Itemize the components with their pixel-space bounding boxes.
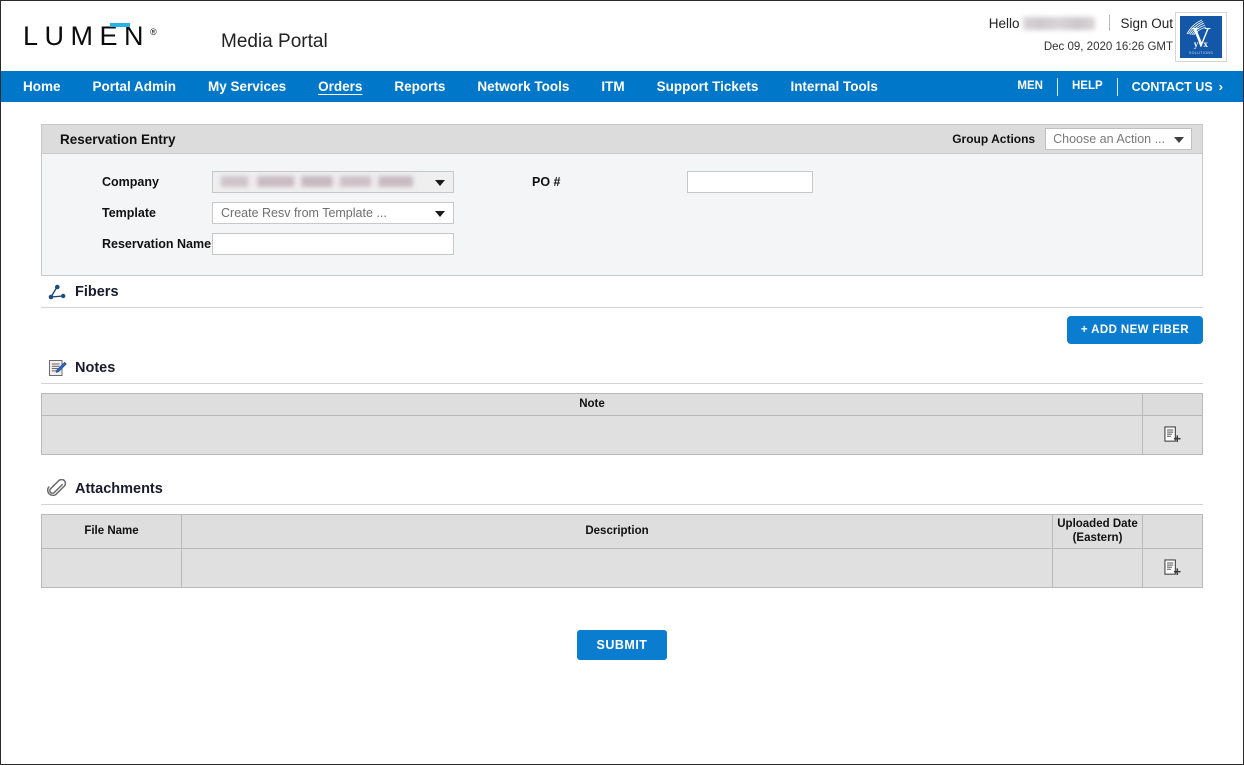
group-actions: Group Actions Choose an Action ... <box>952 128 1192 150</box>
add-document-icon[interactable] <box>1164 559 1181 577</box>
nav-separator <box>1056 77 1058 96</box>
group-actions-value: Choose an Action ... <box>1053 132 1165 146</box>
nav-item-support-tickets[interactable]: Support Tickets <box>641 71 775 102</box>
contact-us-label: CONTACT US <box>1131 79 1213 94</box>
table-row <box>41 547 1203 588</box>
reservation-name-row: Reservation Name <box>62 228 512 259</box>
nav-item-home[interactable]: Home <box>1 71 77 102</box>
nav-separator <box>1116 77 1118 96</box>
vyvx-wordmark: yvx <box>1193 39 1209 49</box>
notes-title: Notes <box>75 359 116 376</box>
reservation-form: Company Template Create Resv from Templa… <box>42 154 1202 276</box>
panel-header: Reservation Entry Group Actions Choose a… <box>42 125 1202 154</box>
notes-cell-actions <box>1142 415 1203 455</box>
template-value: Create Resv from Template ... <box>221 205 387 220</box>
company-select[interactable] <box>212 170 454 193</box>
add-document-icon[interactable] <box>1164 426 1181 444</box>
header-divider <box>1109 15 1111 31</box>
header-datetime: Dec 09, 2020 16:26 GMT <box>1043 41 1173 53</box>
sign-out-link[interactable]: Sign Out <box>1120 16 1173 31</box>
submit-row: SUBMIT <box>41 629 1203 660</box>
attachments-table: File Name Description Uploaded Date (Eas… <box>41 514 1203 588</box>
template-label: Template <box>102 205 156 220</box>
chevron-down-icon <box>435 210 445 217</box>
attachments-section-header: Attachments <box>41 473 1203 505</box>
attachments-cell-actions <box>1142 547 1203 588</box>
attachments-cell-uploaded-date <box>1052 547 1143 588</box>
app-title: Media Portal <box>221 31 328 52</box>
company-row: Company <box>62 166 512 197</box>
attachments-col-actions <box>1142 514 1203 549</box>
lumen-logo[interactable]: LUMEN® <box>23 23 157 50</box>
form-column-left: Company Template Create Resv from Templa… <box>42 166 512 259</box>
group-actions-label: Group Actions <box>952 132 1036 146</box>
notes-table: Note <box>41 393 1203 455</box>
main-content: Reservation Entry Group Actions Choose a… <box>1 102 1243 660</box>
network-nodes-icon <box>48 284 66 299</box>
vyvx-logo[interactable]: V yvx SOLUTIONS <box>1175 12 1227 62</box>
user-greeting: Hello Sign Out <box>989 15 1173 31</box>
reservation-name-input[interactable] <box>212 232 454 255</box>
attachments-cell-description <box>181 547 1053 588</box>
lumen-accent-bar <box>110 23 130 27</box>
notes-header-row: Note <box>41 393 1203 416</box>
po-row: PO # <box>532 166 1202 197</box>
lumen-wordmark: LUMEN <box>23 21 151 51</box>
reservation-entry-panel: Reservation Entry Group Actions Choose a… <box>41 124 1203 276</box>
attachments-col-file-name: File Name <box>41 514 182 549</box>
chevron-right-icon: › <box>1218 79 1223 94</box>
vyvx-subtitle: SOLUTIONS <box>1188 51 1214 55</box>
form-column-right: PO # <box>512 166 1202 259</box>
notes-col-actions <box>1142 393 1203 416</box>
paperclip-icon <box>47 478 67 496</box>
template-row: Template Create Resv from Template ... <box>62 197 512 228</box>
notes-cell-note <box>41 415 1143 455</box>
uploaded-date-line1: Uploaded Date <box>1057 518 1138 530</box>
nav-item-orders[interactable]: Orders <box>302 71 378 102</box>
nav-item-my-services[interactable]: My Services <box>192 71 302 102</box>
fibers-section-header: Fibers <box>41 276 1203 308</box>
attachments-col-uploaded-date: Uploaded Date (Eastern) <box>1052 514 1143 549</box>
page-header: LUMEN® Media Portal Hello Sign Out Dec 0… <box>1 1 1243 71</box>
po-label: PO # <box>532 174 561 189</box>
notes-section-header: Notes <box>41 352 1203 384</box>
fibers-title: Fibers <box>75 283 119 300</box>
fibers-toolbar: + ADD NEW FIBER <box>41 308 1203 352</box>
company-label: Company <box>102 174 159 189</box>
notes-col-note: Note <box>41 393 1143 416</box>
chevron-down-icon <box>435 179 445 186</box>
user-name-redacted <box>1023 16 1096 30</box>
nav-item-men[interactable]: MEN <box>1003 71 1057 102</box>
nav-item-contact-us[interactable]: CONTACT US › <box>1118 79 1233 94</box>
uploaded-date-line2: (Eastern) <box>1072 532 1123 545</box>
company-value-redacted <box>221 176 413 187</box>
chevron-down-icon <box>1174 137 1184 143</box>
hello-label: Hello <box>988 15 1020 31</box>
nav-item-portal-admin[interactable]: Portal Admin <box>77 71 193 102</box>
nav-item-internal-tools[interactable]: Internal Tools <box>774 71 894 102</box>
nav-item-itm[interactable]: ITM <box>585 71 640 102</box>
nav-item-network-tools[interactable]: Network Tools <box>461 71 585 102</box>
nav-item-help[interactable]: HELP <box>1058 71 1117 102</box>
add-new-fiber-button[interactable]: + ADD NEW FIBER <box>1066 316 1203 344</box>
table-row <box>41 415 1203 455</box>
attachments-header-row: File Name Description Uploaded Date (Eas… <box>41 514 1203 549</box>
nav-secondary-items: MEN HELP CONTACT US › <box>1003 71 1243 102</box>
attachments-title: Attachments <box>75 480 163 497</box>
reservation-name-label: Reservation Name <box>102 236 212 251</box>
attachments-col-description: Description <box>181 514 1053 549</box>
submit-button[interactable]: SUBMIT <box>576 629 668 660</box>
registered-mark: ® <box>150 27 157 37</box>
nav-primary-items: Home Portal Admin My Services Orders Rep… <box>1 71 1003 102</box>
main-navigation: Home Portal Admin My Services Orders Rep… <box>1 71 1243 102</box>
note-edit-icon <box>49 359 67 376</box>
attachments-cell-file-name <box>41 547 182 588</box>
nav-item-reports[interactable]: Reports <box>378 71 461 102</box>
app-window: LUMEN® Media Portal Hello Sign Out Dec 0… <box>0 0 1244 765</box>
page-title: Reservation Entry <box>60 131 176 147</box>
group-actions-select[interactable]: Choose an Action ... <box>1045 128 1192 150</box>
template-select[interactable]: Create Resv from Template ... <box>212 201 454 224</box>
po-input[interactable] <box>687 170 813 193</box>
